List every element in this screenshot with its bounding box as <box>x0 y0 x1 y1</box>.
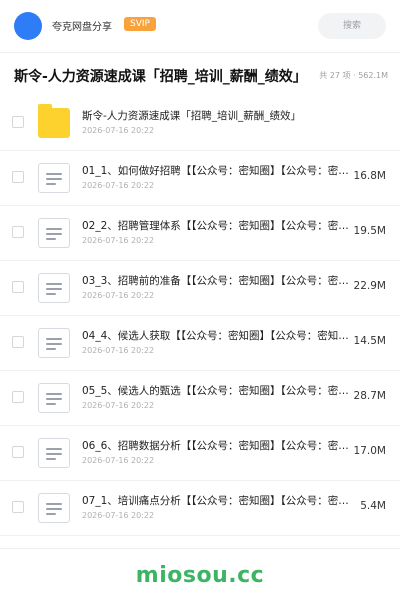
item-date: 2026-07-16 20:22 <box>82 126 155 135</box>
item-date: 2026-07-16 20:22 <box>82 511 155 520</box>
list-item[interactable]: 06_6、招聘数据分析【【公众号：密知圈】【公众号：密知圈】】 2026-07-… <box>0 426 400 481</box>
item-date: 2026-07-16 20:22 <box>82 291 155 300</box>
item-size: 19.5M <box>353 225 386 237</box>
item-name: 01_1、如何做好招聘【【公众号：密知圈】【公众号：密知圈】】 <box>82 165 350 177</box>
item-size: 17.0M <box>353 445 386 457</box>
item-date: 2026-07-16 20:22 <box>82 346 155 355</box>
item-name: 07_1、培训痛点分析【【公众号：密知圈】【公众号：密知圈】】 <box>82 495 350 507</box>
document-icon <box>38 328 70 358</box>
app-header: 夸克网盘分享 SVIP 搜索 <box>0 0 400 52</box>
brand-title: 夸克网盘分享 <box>52 22 112 33</box>
list-item[interactable]: 04_4、候选人获取【【公众号：密知圈】【公众号：密知圈】】 2026-07-1… <box>0 316 400 371</box>
row-checkbox[interactable] <box>12 226 24 238</box>
row-checkbox[interactable] <box>12 336 24 348</box>
item-size: 14.5M <box>353 335 386 347</box>
item-date: 2026-07-16 20:22 <box>82 236 155 245</box>
row-checkbox[interactable] <box>12 171 24 183</box>
folder-icon <box>38 104 70 138</box>
row-checkbox[interactable] <box>12 501 24 513</box>
list-item[interactable]: 05_5、候选人的甄选【【公众号：密知圈】【公众号：密知圈】】 2026-07-… <box>0 371 400 426</box>
item-date: 2026-07-16 20:22 <box>82 401 155 410</box>
row-checkbox[interactable] <box>12 446 24 458</box>
folder-meta: 共 27 项 · 562.1M <box>319 71 388 80</box>
item-date: 2026-07-16 20:22 <box>82 181 155 190</box>
document-icon <box>38 383 70 413</box>
item-name: 06_6、招聘数据分析【【公众号：密知圈】【公众号：密知圈】】 <box>82 440 350 452</box>
item-name: 03_3、招聘前的准备【【公众号：密知圈】【公众号：密知圈】】 <box>82 275 350 287</box>
svip-badge: SVIP <box>124 17 156 31</box>
document-icon <box>38 438 70 468</box>
item-size: 5.4M <box>360 500 386 512</box>
header-divider <box>0 52 400 53</box>
list-item[interactable]: 01_1、如何做好招聘【【公众号：密知圈】【公众号：密知圈】】 2026-07-… <box>0 151 400 206</box>
document-icon <box>38 273 70 303</box>
footer: miosou.cc <box>0 552 400 600</box>
item-name: 02_2、招聘管理体系【【公众号：密知圈】【公众号：密知圈】】 <box>82 220 350 232</box>
page-title: 斯令-人力资源速成课「招聘_培训_薪酬_绩效」 <box>14 69 307 85</box>
file-list: 斯令-人力资源速成课「招聘_培训_薪酬_绩效」 2026-07-16 20:22… <box>0 96 400 536</box>
item-size: 22.9M <box>353 280 386 292</box>
list-item[interactable]: 07_1、培训痛点分析【【公众号：密知圈】【公众号：密知圈】】 2026-07-… <box>0 481 400 536</box>
folder-title-bar: 斯令-人力资源速成课「招聘_培训_薪酬_绩效」 共 27 项 · 562.1M <box>0 56 400 94</box>
list-item[interactable]: 斯令-人力资源速成课「招聘_培训_薪酬_绩效」 2026-07-16 20:22 <box>0 96 400 151</box>
row-checkbox[interactable] <box>12 391 24 403</box>
document-icon <box>38 218 70 248</box>
footer-divider <box>0 548 400 549</box>
watermark-text: miosou.cc <box>135 563 265 588</box>
item-name: 05_5、候选人的甄选【【公众号：密知圈】【公众号：密知圈】】 <box>82 385 350 397</box>
row-checkbox[interactable] <box>12 116 24 128</box>
item-size: 28.7M <box>353 390 386 402</box>
document-icon <box>38 163 70 193</box>
item-name: 04_4、候选人获取【【公众号：密知圈】【公众号：密知圈】】 <box>82 330 350 342</box>
list-item[interactable]: 02_2、招聘管理体系【【公众号：密知圈】【公众号：密知圈】】 2026-07-… <box>0 206 400 261</box>
item-size: 16.8M <box>353 170 386 182</box>
search-button[interactable]: 搜索 <box>318 13 386 39</box>
item-name: 斯令-人力资源速成课「招聘_培训_薪酬_绩效」 <box>82 110 302 122</box>
row-checkbox[interactable] <box>12 281 24 293</box>
avatar[interactable] <box>14 12 42 40</box>
list-item[interactable]: 03_3、招聘前的准备【【公众号：密知圈】【公众号：密知圈】】 2026-07-… <box>0 261 400 316</box>
document-icon <box>38 493 70 523</box>
item-date: 2026-07-16 20:22 <box>82 456 155 465</box>
